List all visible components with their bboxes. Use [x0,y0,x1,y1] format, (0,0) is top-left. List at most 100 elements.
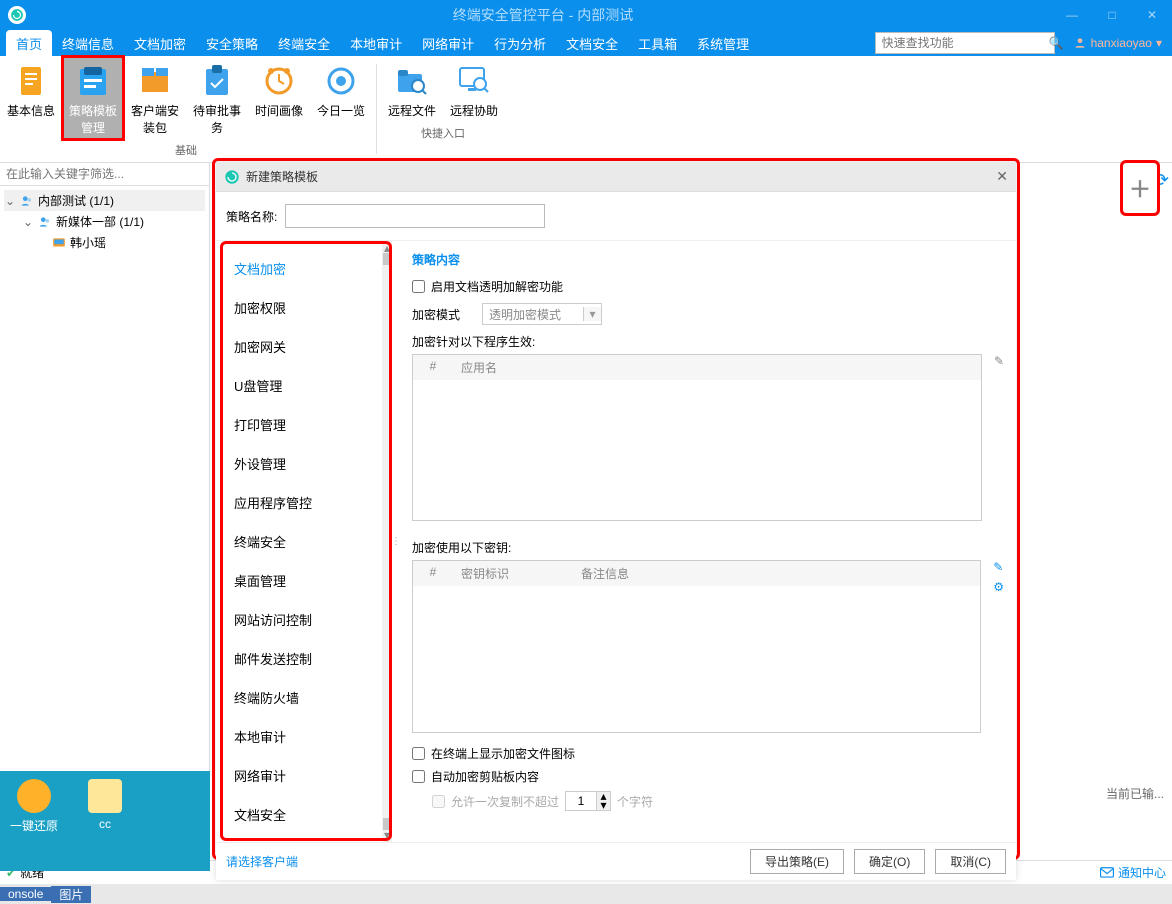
clock-icon [250,62,308,100]
menu-local-audit[interactable]: 本地审计 [340,30,412,57]
ribbon-remote-file[interactable]: 远程文件 [381,56,443,123]
side-doc-encrypt[interactable]: 文档加密 [216,249,392,288]
desktop-restore[interactable]: 一键还原 [10,775,58,867]
ribbon-remote-assist[interactable]: 远程协助 [443,56,505,123]
menu-doc-encrypt[interactable]: 文档加密 [124,30,196,57]
side-mail-control[interactable]: 邮件发送控制 [216,639,392,678]
show-icon-label: 在终端上显示加密文件图标 [431,745,575,762]
scroll-down-icon[interactable]: ▾ [382,828,392,842]
ribbon-policy-template[interactable]: 策略模板管理 [62,56,124,140]
edit-icon[interactable]: ✎ [987,560,1004,574]
dialog-close[interactable]: ✕ [996,168,1008,185]
copy-limit-spinner[interactable]: ▴▾ [565,791,611,811]
policy-name-input[interactable] [285,204,545,228]
quick-search-input[interactable] [876,36,1043,50]
ribbon-client-pkg[interactable]: 客户端安装包 [124,56,186,140]
collapse-icon[interactable]: ⌄ [22,215,34,229]
task-console[interactable]: onsole [0,887,51,901]
window-maximize[interactable]: □ [1092,0,1132,30]
enable-encrypt-label: 启用文档透明加解密功能 [431,278,563,295]
sidebar-scrollbar[interactable]: ▴ ▾ [382,241,392,842]
col-remark: 备注信息 [573,561,980,586]
col-index: # [413,561,453,586]
side-peripheral[interactable]: 外设管理 [216,444,392,483]
side-approval[interactable]: 审批流程 [216,834,392,842]
notification-center[interactable]: 通知中心 [1100,864,1166,881]
ribbon-time-image[interactable]: 时间画像 [248,56,310,140]
quick-search[interactable]: 🔍 [875,32,1055,54]
tree-leaf[interactable]: 韩小瑶 [4,232,205,253]
ribbon-pending[interactable]: 待审批事务 [186,56,248,140]
app-table: # 应用名 [412,354,982,521]
menu-toolbox[interactable]: 工具箱 [628,30,687,57]
desktop-cc[interactable]: cc [88,775,122,867]
side-usb[interactable]: U盘管理 [216,366,392,405]
side-encrypt-perm[interactable]: 加密权限 [216,288,392,327]
dialog-sidebar: 文档加密 加密权限 加密网关 U盘管理 打印管理 外设管理 应用程序管控 终端安… [216,241,392,842]
menu-network-audit[interactable]: 网络审计 [412,30,484,57]
menu-security-policy[interactable]: 安全策略 [196,30,268,57]
dialog-title: 新建策略模板 [246,168,318,185]
menu-behavior[interactable]: 行为分析 [484,30,556,57]
dialog-titlebar: 新建策略模板 ✕ [216,162,1016,192]
taskbar: onsole 图片 [0,884,1172,904]
menu-terminal-info[interactable]: 终端信息 [52,30,124,57]
keys-label: 加密使用以下密钥: [412,539,1004,556]
copy-limit-prefix: 允许一次复制不超过 [451,793,559,810]
side-app-control[interactable]: 应用程序管控 [216,483,392,522]
window-minimize[interactable]: — [1052,0,1092,30]
titlebar: 终端安全管控平台 - 内部测试 — □ ✕ [0,0,1172,30]
app-table-body[interactable] [413,380,981,520]
tree-filter-input[interactable] [0,163,209,186]
side-print[interactable]: 打印管理 [216,405,392,444]
users-icon [38,215,52,229]
app-scope-label: 加密针对以下程序生效: [412,333,1004,350]
task-pictures[interactable]: 图片 [51,886,91,903]
side-local-audit[interactable]: 本地审计 [216,717,392,756]
tree-sub[interactable]: ⌄ 新媒体一部 (1/1) [4,211,205,232]
show-icon-checkbox[interactable] [412,747,425,760]
package-icon [126,62,184,100]
menu-home[interactable]: 首页 [6,30,52,57]
tree-panel: ⌄ 内部测试 (1/1) ⌄ 新媒体一部 (1/1) 韩小瑶 [0,163,210,860]
cancel-button[interactable]: 取消(C) [935,849,1006,874]
org-tree: ⌄ 内部测试 (1/1) ⌄ 新媒体一部 (1/1) 韩小瑶 [0,186,209,257]
tree-root[interactable]: ⌄ 内部测试 (1/1) [4,190,205,211]
menu-system[interactable]: 系统管理 [687,30,759,57]
user-menu[interactable]: hanxiaoyao ▾ [1063,36,1172,50]
side-desktop[interactable]: 桌面管理 [216,561,392,600]
side-web-access[interactable]: 网站访问控制 [216,600,392,639]
side-network-audit[interactable]: 网络审计 [216,756,392,795]
template-icon [64,62,122,100]
ribbon-today[interactable]: 今日一览 [310,56,372,140]
folder-search-icon [383,62,441,100]
app-logo [8,6,26,24]
edit-icon[interactable]: ✎ [988,354,1004,368]
app-icon [224,169,240,185]
side-terminal-security[interactable]: 终端安全 [216,522,392,561]
key-table-body[interactable] [413,586,980,732]
side-firewall[interactable]: 终端防火墙 [216,678,392,717]
col-appname: 应用名 [453,355,981,380]
ok-button[interactable]: 确定(O) [854,849,925,874]
auto-clipboard-checkbox[interactable] [412,770,425,783]
gear-icon[interactable]: ⚙ [987,580,1004,594]
side-doc-security[interactable]: 文档安全 [216,795,392,834]
encrypt-mode-select[interactable]: 透明加密模式 ▾ [482,303,602,325]
menu-doc-security[interactable]: 文档安全 [556,30,628,57]
ribbon-basic-info[interactable]: 基本信息 [0,56,62,140]
copy-limit-checkbox[interactable] [432,795,445,808]
collapse-icon[interactable]: ⌄ [4,194,16,208]
col-index: # [413,355,453,380]
key-table: # 密钥标识 备注信息 [412,560,981,733]
add-button[interactable]: ＋ [1120,160,1160,216]
window-close[interactable]: ✕ [1132,0,1172,30]
ribbon-group-basic: 基础 [0,140,372,162]
side-encrypt-gateway[interactable]: 加密网关 [216,327,392,366]
copy-limit-input[interactable] [566,794,596,808]
desktop-area: 一键还原 cc [0,771,210,871]
enable-encrypt-checkbox[interactable] [412,280,425,293]
splitter[interactable]: ⋮ [392,241,400,842]
menu-terminal-security[interactable]: 终端安全 [268,30,340,57]
export-policy-button[interactable]: 导出策略(E) [750,849,844,874]
